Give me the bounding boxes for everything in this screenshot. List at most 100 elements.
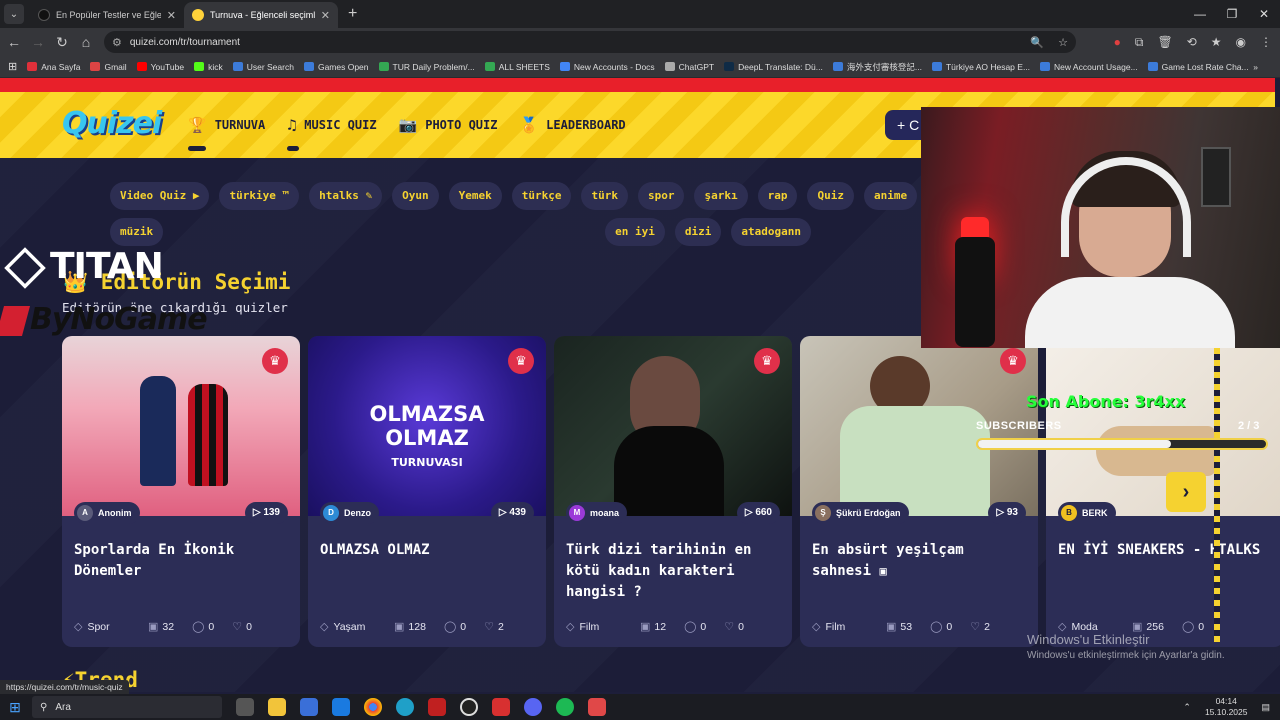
bookmark[interactable]: Game Lost Rate Cha... — [1147, 62, 1249, 72]
clock[interactable]: 04:14 15.10.2025 — [1205, 696, 1248, 718]
file-explorer-icon[interactable] — [268, 698, 286, 716]
tag-chip[interactable]: atadogann — [731, 218, 811, 246]
minimize-button[interactable]: — — [1184, 0, 1216, 28]
quiz-card[interactable]: ♛ A Anonim ▷ 139 Sporlarda En İkonik Döne… — [62, 336, 300, 647]
extensions-puzzle-icon[interactable]: ⧉ — [1135, 35, 1144, 50]
new-tab-button[interactable]: + — [348, 5, 357, 23]
home-button[interactable]: ⌂ — [74, 34, 98, 50]
app-icon[interactable] — [428, 698, 446, 716]
bookmark[interactable]: Türkiye AO Hesap E... — [931, 62, 1030, 72]
tab-search-button[interactable]: ⌄ — [4, 4, 24, 24]
nav-tournament[interactable]: 🏆 TURNUVA — [188, 116, 265, 151]
app-icon[interactable] — [492, 698, 510, 716]
tag-chip[interactable]: Video Quiz ▶ — [110, 182, 210, 210]
zoom-icon[interactable]: 🔍 — [1030, 36, 1044, 49]
tag-chip[interactable]: müzik — [110, 218, 164, 246]
obs-icon[interactable] — [460, 698, 478, 716]
play-count: ▷ 139 — [244, 502, 288, 524]
tag-chip[interactable]: şarkı — [694, 182, 748, 210]
tag-chip[interactable]: Yemek — [448, 182, 502, 210]
tab-close-icon[interactable]: ✕ — [167, 9, 176, 22]
bookmark[interactable]: kick — [194, 62, 223, 72]
address-bar[interactable]: ⚙ quizei.com/tr/tournament 🔍 ☆ — [104, 31, 1076, 53]
browser-tab-2[interactable]: Turnuva - Eğlenceli seçimler ya ✕ — [184, 2, 338, 28]
bookmark[interactable]: New Accounts - Docs — [559, 62, 655, 72]
nav-leaderboard[interactable]: 🏅 LEADERBOARD — [519, 116, 625, 134]
more-bookmarks-icon[interactable]: » — [1253, 62, 1258, 72]
profile-avatar[interactable]: ◉ — [1236, 35, 1246, 49]
tab-close-icon[interactable]: ✕ — [321, 9, 330, 22]
chevron-up-icon[interactable]: ⌃ — [1183, 702, 1191, 713]
bookmark[interactable]: 海外支付審核登記... — [832, 61, 922, 73]
tag-chip[interactable]: rap — [757, 182, 798, 210]
apps-grid-icon[interactable]: ⊞ — [8, 60, 17, 73]
taskbar-search[interactable]: ⚲ Ara — [32, 696, 222, 718]
menu-kebab-icon[interactable]: ⋮ — [1260, 35, 1272, 49]
tag-chip[interactable]: spor — [637, 182, 685, 210]
discord-icon[interactable] — [524, 698, 542, 716]
quiz-title[interactable]: EN İYİ SNEAKERS - HTALKS — [1058, 540, 1272, 561]
tag-chip[interactable]: Oyun — [392, 182, 439, 210]
author-badge[interactable]: Ş Şükrü Erdoğan — [812, 502, 909, 524]
restore-button[interactable]: ❐ — [1216, 0, 1248, 28]
bookmark-star-icon[interactable]: ☆ — [1058, 36, 1068, 49]
author-badge[interactable]: D Denzo — [320, 502, 379, 524]
bookmark[interactable]: TUR Daily Problem/... — [378, 62, 475, 72]
bookmark[interactable]: Ana Sayfa — [27, 62, 80, 72]
bookmark[interactable]: YouTube — [136, 62, 184, 72]
bookmark[interactable]: New Account Usage... — [1040, 62, 1138, 72]
quiz-title[interactable]: Türk dizi tarihinin en kötü kadın karakt… — [566, 540, 780, 603]
spotify-icon[interactable] — [556, 698, 574, 716]
tag-chip[interactable]: türkiye ™ — [219, 182, 300, 210]
quiz-title[interactable]: En absürt yeşilçam sahnesi ▣ — [812, 540, 1026, 582]
delete-icon[interactable]: 🗑 — [1157, 35, 1172, 49]
bookmark[interactable]: DeepL Translate: Dü... — [724, 62, 823, 72]
tag-chip[interactable]: anime — [863, 182, 918, 210]
tag-chip[interactable]: Quiz — [807, 182, 854, 210]
notification-icon[interactable]: ▤ — [1261, 702, 1270, 713]
bookmark[interactable]: User Search — [232, 62, 294, 72]
author-badge[interactable]: B BERK — [1058, 502, 1116, 524]
tag-chip[interactable]: dizi — [674, 218, 722, 246]
app-icon[interactable] — [332, 698, 350, 716]
quiz-card[interactable]: ♛ Ş Şükrü Erdoğan ▷ 93 En absürt yeşilçam… — [800, 336, 1038, 647]
crown-icon: ♛ — [754, 348, 780, 374]
quiz-title[interactable]: Sporlarda En İkonik Dönemler — [74, 540, 288, 582]
author-badge[interactable]: Mmoana — [566, 502, 628, 524]
app-icon[interactable] — [300, 698, 318, 716]
history-icon[interactable]: ⟲ — [1187, 35, 1197, 49]
titan-sponsor-logo: TITAN — [4, 246, 164, 289]
bookmark[interactable]: ChatGPT — [664, 62, 714, 72]
extension-icon[interactable]: ● — [1114, 35, 1121, 49]
app-icon[interactable] — [588, 698, 606, 716]
author-badge[interactable]: A Anonim — [74, 502, 140, 524]
quiz-title[interactable]: OLMAZSA OLMAZ — [320, 540, 534, 561]
quiz-card[interactable]: ♛ Mmoana ▷ 660 Türk dizi tarihinin en kö… — [554, 336, 792, 647]
close-window-button[interactable]: ✕ — [1248, 0, 1280, 28]
quiz-card[interactable]: OLMAZSA OLMAZ TURNUVASI ♛ D Denzo ▷ 439 O… — [308, 336, 546, 647]
site-info-icon[interactable]: ⚙ — [112, 36, 122, 49]
bookmark[interactable]: ALL SHEETS — [484, 62, 550, 72]
edge-icon[interactable] — [396, 698, 414, 716]
quiz-card[interactable]: B BERK EN İYİ SNEAKERS - HTALKS ◇ Moda ▣ 25… — [1046, 336, 1280, 647]
crown-icon: ♛ — [262, 348, 288, 374]
tag-chip[interactable]: türkçe — [511, 182, 572, 210]
back-button[interactable]: ← — [2, 34, 26, 50]
play-count: ▷ 660 — [736, 502, 780, 524]
nav-photo-quiz[interactable]: 📷 PHOTO QUIZ — [399, 116, 498, 134]
chrome-icon[interactable] — [364, 698, 382, 716]
tag-chip[interactable]: türk — [581, 182, 628, 210]
site-logo[interactable]: Quizei — [62, 106, 162, 141]
nav-music-quiz[interactable]: ♫ MUSIC QUIZ — [287, 116, 377, 151]
windows-start-icon[interactable]: ⊞ — [0, 699, 30, 716]
bookmark[interactable]: Gmail — [90, 62, 127, 72]
forward-button[interactable]: → — [26, 34, 50, 50]
tag-chip[interactable]: en iyi — [605, 218, 665, 246]
tag-chip[interactable]: htalks ✎ — [309, 182, 383, 210]
task-view-icon[interactable] — [236, 698, 254, 716]
carousel-next-button[interactable]: › — [1166, 472, 1206, 512]
browser-tab-1[interactable]: En Popüler Testler ve Eğlenceli ✕ — [30, 2, 184, 28]
reload-button[interactable]: ↻ — [50, 34, 74, 51]
favorites-icon[interactable]: ★ — [1211, 35, 1222, 49]
bookmark[interactable]: Games Open — [303, 62, 369, 72]
